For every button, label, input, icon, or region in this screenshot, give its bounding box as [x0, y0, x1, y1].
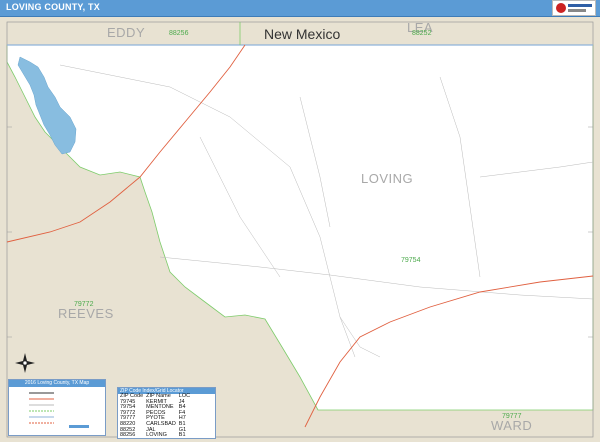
legend-title: 2016 Loving County, TX Map [9, 380, 105, 387]
zip-name-cell: LOVING [146, 432, 167, 439]
map-frame: LOVING COUNTY, TX EDDY LEA New Mexico LO… [0, 0, 600, 442]
label-reeves: REEVES [58, 306, 114, 321]
legend-symbols [29, 392, 89, 428]
map-legend: 2016 Loving County, TX Map [8, 379, 106, 436]
label-loving: LOVING [361, 171, 414, 186]
zip-label-loving: 79754 [401, 257, 421, 264]
label-new-mexico: New Mexico [264, 26, 341, 42]
zip-label-lea: 88252 [412, 30, 432, 37]
zip-code-index: ZIP Code Index/Grid Locator ZIP Code ZIP… [117, 387, 216, 439]
publisher-logo-icon [552, 0, 596, 16]
title-bar: LOVING COUNTY, TX [0, 0, 600, 17]
zip-index-table: ZIP Code ZIP Name LOC 79745 KERMIT J4 7975… [120, 393, 193, 439]
label-eddy: EDDY [107, 25, 146, 40]
table-row: 88256 LOVING B1 [120, 433, 193, 439]
zip-label-reeves: 79772 [74, 301, 94, 308]
zip-label-eddy: 88256 [169, 30, 189, 37]
zip-loc-cell: B1 [178, 432, 186, 439]
map-title: LOVING COUNTY, TX [6, 2, 100, 12]
label-ward: WARD [491, 418, 533, 433]
zip-code-cell: 88256 [120, 432, 136, 439]
zip-label-ward: 79777 [502, 413, 522, 420]
